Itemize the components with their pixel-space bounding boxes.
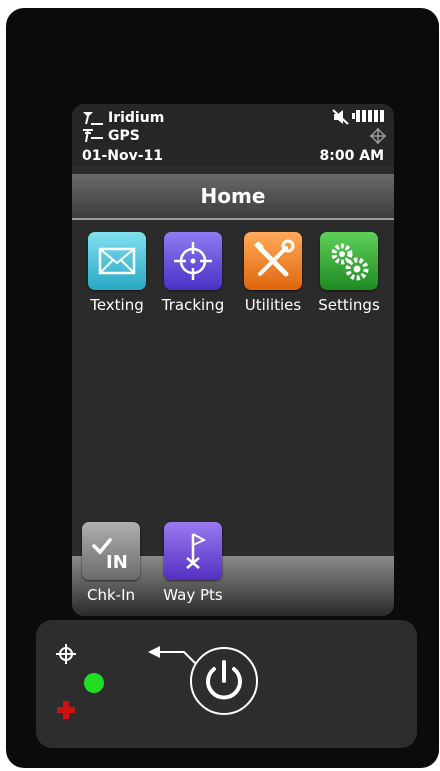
tools-icon: [244, 232, 302, 290]
gears-icon: [320, 232, 378, 290]
gps-fix-icon: [370, 128, 386, 144]
hardware-panel: [36, 620, 417, 748]
screen: Iridium GPS 01-Nov-11 8:00 AM Home Texti…: [72, 104, 394, 616]
iridium-label: Iridium: [108, 110, 165, 126]
power-icon: [206, 660, 242, 700]
status-led: [84, 673, 104, 693]
app-check-in[interactable]: IN Chk-In: [72, 522, 151, 604]
status-bar: Iridium GPS 01-Nov-11 8:00 AM: [72, 104, 394, 166]
date-display: 01-Nov-11: [82, 148, 164, 164]
app-texting[interactable]: Texting: [77, 232, 157, 314]
time-display: 8:00 AM: [319, 148, 384, 164]
device-body: Iridium GPS 01-Nov-11 8:00 AM Home Texti…: [6, 8, 439, 768]
envelope-icon: [88, 232, 146, 290]
app-label: Way Pts: [163, 586, 223, 604]
app-label: Utilities: [244, 296, 302, 314]
antenna-icon: [83, 129, 103, 143]
app-tracking[interactable]: Tracking: [153, 232, 233, 314]
antenna-icon: [83, 112, 103, 125]
iridium-status: Iridium: [82, 110, 164, 126]
page-title: Home: [72, 174, 394, 220]
red-plus-icon: [57, 701, 75, 719]
crosshair-icon: [164, 232, 222, 290]
app-label: Chk-In: [86, 586, 135, 604]
app-label: Tracking: [161, 296, 225, 314]
gps-status: GPS: [82, 128, 140, 144]
battery-icon: [352, 110, 384, 122]
app-label: Settings: [318, 296, 380, 314]
app-utilities[interactable]: Utilities: [233, 232, 313, 314]
mute-icon: [332, 109, 349, 125]
check-in-icon: IN: [82, 522, 140, 580]
app-label: Texting: [90, 296, 144, 314]
app-settings[interactable]: Settings: [309, 232, 389, 314]
power-button[interactable]: [190, 647, 258, 715]
gps-crosshair-icon: [56, 644, 76, 664]
waypoint-flag-icon: [164, 522, 222, 580]
svg-text:IN: IN: [106, 552, 128, 573]
app-way-points[interactable]: Way Pts: [153, 522, 233, 604]
gps-label: GPS: [108, 128, 140, 144]
